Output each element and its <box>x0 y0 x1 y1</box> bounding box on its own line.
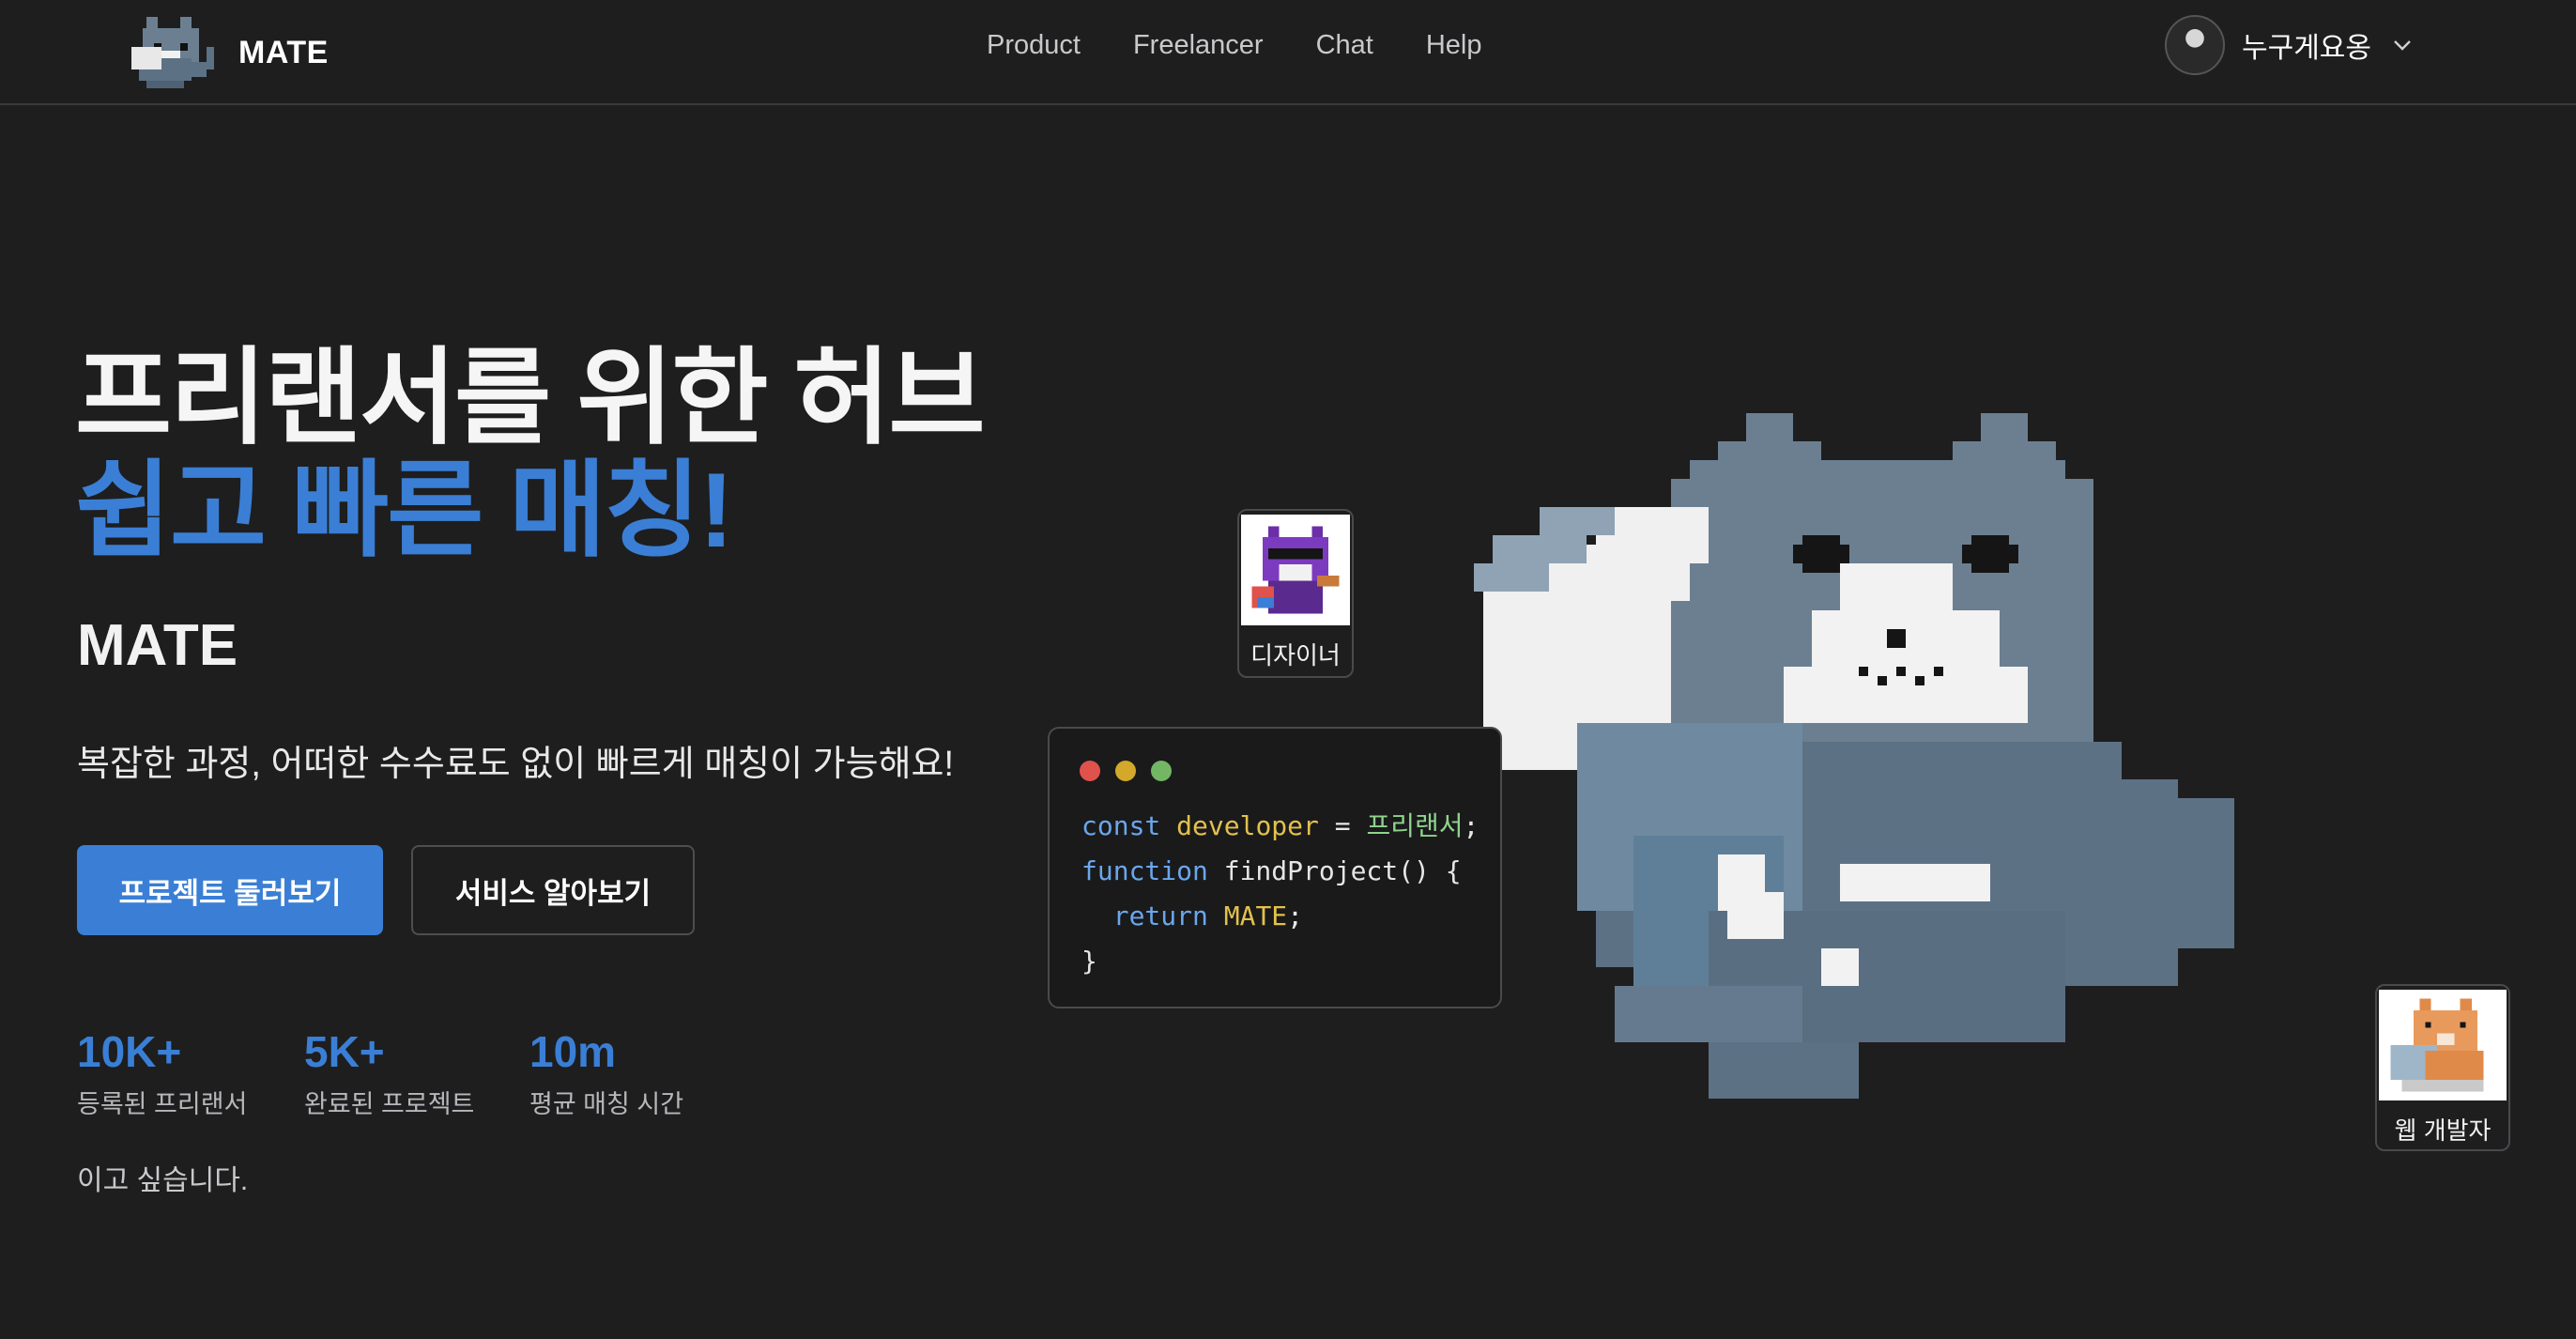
stat-label: 평균 매칭 시간 <box>529 1090 684 1118</box>
code-operator: = <box>1318 810 1367 841</box>
window-dots-icon <box>1080 761 1187 781</box>
footnote-text: 이고 싶습니다. <box>77 1165 249 1196</box>
code-keyword: function <box>1081 855 1208 886</box>
nav-freelancer[interactable]: Freelancer <box>1133 30 1264 61</box>
code-string: 프리랜서 <box>1366 810 1464 841</box>
stat-value: 5K+ <box>304 1027 385 1076</box>
web-developer-label: 웹 개발자 <box>2394 1116 2492 1145</box>
user-name: 누구게요옹 <box>2242 33 2371 64</box>
landing-page: MATE Product Freelancer Chat Help 누구게요옹 … <box>0 0 2576 1339</box>
hero-title: 프리랜서를 위한 허브 <box>75 339 986 456</box>
hero-brand: MATE <box>77 613 238 678</box>
top-navigation-bar: MATE Product Freelancer Chat Help 누구게요옹 <box>0 0 2576 105</box>
code-semicolon: ; <box>1463 810 1480 841</box>
nav-product[interactable]: Product <box>987 30 1081 61</box>
brand-name: MATE <box>238 34 329 70</box>
hero-subtitle: 쉽고 빠른 매칭! <box>75 452 734 569</box>
code-identifier: MATE <box>1223 900 1288 931</box>
learn-service-button[interactable]: 서비스 알아보기 <box>411 845 695 935</box>
minimize-dot-icon <box>1115 761 1136 781</box>
code-text: findProject() { <box>1207 855 1462 886</box>
chevron-down-icon <box>2394 40 2411 51</box>
close-dot-icon <box>1080 761 1100 781</box>
stat-matching-time: 10m 평균 매칭 시간 <box>529 1025 683 1120</box>
stat-value: 10m <box>529 1027 617 1076</box>
code-keyword: const <box>1081 810 1161 841</box>
avatar <box>2165 15 2225 75</box>
stat-projects: 5K+ 완료된 프로젝트 <box>304 1025 474 1120</box>
user-menu[interactable]: 누구게요옹 <box>2165 13 2413 77</box>
code-snippet-window: const developer = 프리랜서; function findPro… <box>1048 727 1502 1008</box>
stat-label: 등록된 프리랜서 <box>77 1090 248 1118</box>
nav-help[interactable]: Help <box>1426 30 1482 61</box>
stat-value: 10K+ <box>77 1027 182 1076</box>
code-semicolon: ; <box>1287 900 1304 931</box>
stat-label: 완료된 프로젝트 <box>304 1090 475 1118</box>
web-developer-cat-icon <box>2379 990 2507 1100</box>
mate-cat-logo-icon <box>131 17 214 88</box>
main-nav: Product Freelancer Chat Help <box>987 0 1482 90</box>
hero-description: 복잡한 과정, 어떠한 수수료도 없이 빠르게 매칭이 가능해요! <box>77 745 955 784</box>
code-keyword: return <box>1112 900 1208 931</box>
brand[interactable]: MATE <box>131 6 329 100</box>
nav-chat[interactable]: Chat <box>1316 30 1373 61</box>
stat-freelancers: 10K+ 등록된 프리랜서 <box>77 1025 247 1120</box>
web-developer-card[interactable]: 웹 개발자 <box>2375 984 2510 1151</box>
maximize-dot-icon <box>1151 761 1172 781</box>
code-identifier: developer <box>1176 810 1319 841</box>
designer-cat-icon <box>1241 515 1350 625</box>
code-block: const developer = 프리랜서; function findPro… <box>1081 804 1479 984</box>
code-closing-brace: } <box>1081 946 1097 977</box>
pixel-cat-illustration-icon <box>1474 413 2234 1099</box>
browse-projects-button[interactable]: 프로젝트 둘러보기 <box>77 845 383 935</box>
designer-card[interactable]: 디자이너 <box>1237 509 1354 678</box>
designer-label: 디자이너 <box>1250 641 1341 670</box>
